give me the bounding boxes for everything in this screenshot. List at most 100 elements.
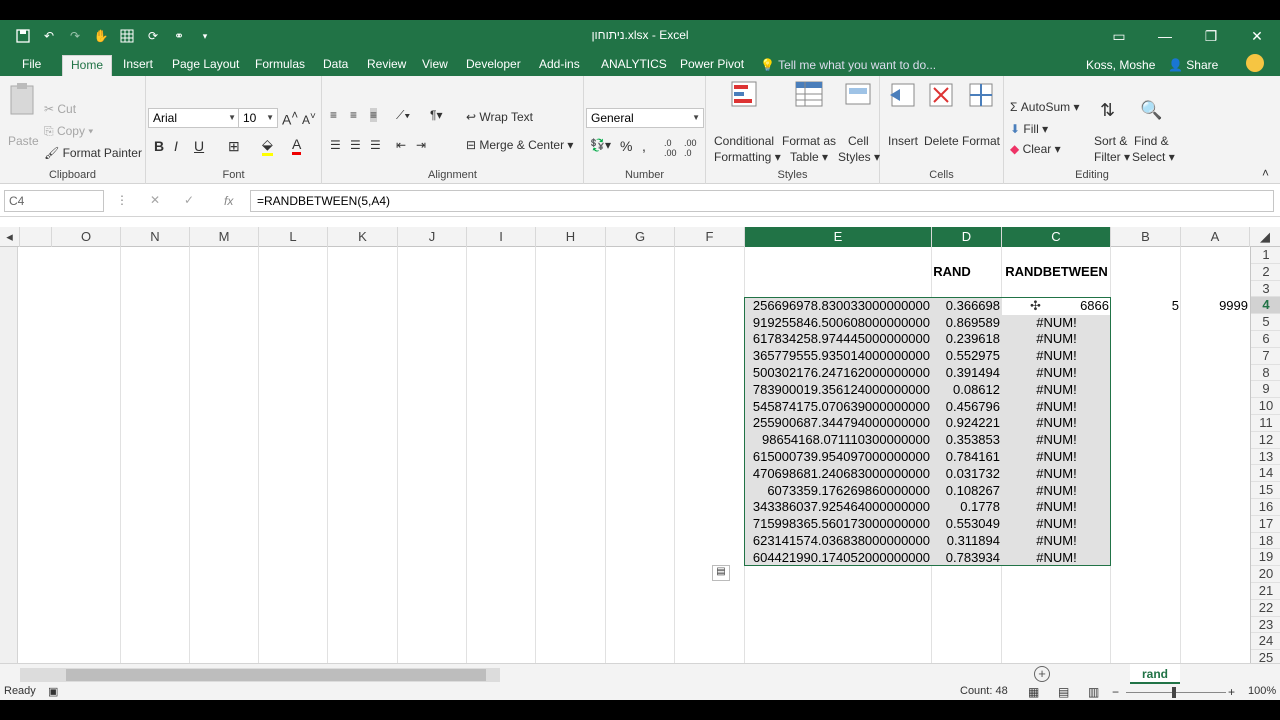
- row-header[interactable]: 2: [1251, 264, 1280, 281]
- worksheet-grid[interactable]: ◂ O N M L K J I H G F E D C B A ◢ RAND R…: [0, 227, 1280, 663]
- cell-e16[interactable]: 343386037.925464000000000: [745, 499, 932, 516]
- cell-e15[interactable]: 6073359.176269860000000: [745, 483, 932, 500]
- bold-button[interactable]: B: [154, 138, 164, 154]
- header-rand[interactable]: RAND: [932, 264, 972, 281]
- rtl-icon[interactable]: ¶▾: [430, 108, 442, 122]
- cell-a4[interactable]: 9999: [1181, 298, 1250, 315]
- cell-d12[interactable]: 0.353853: [932, 432, 1002, 449]
- cell-d6[interactable]: 0.239618: [932, 331, 1002, 348]
- page-layout-view-icon[interactable]: ▤: [1058, 685, 1069, 699]
- cell-c5[interactable]: #NUM!: [1002, 315, 1111, 332]
- percent-button[interactable]: %: [620, 138, 632, 154]
- row-header[interactable]: 13: [1251, 449, 1280, 466]
- horizontal-scroll-thumb[interactable]: [66, 669, 486, 681]
- zoom-in-icon[interactable]: +: [1228, 685, 1235, 699]
- tell-me-box[interactable]: 💡 Tell me what you want to do...: [760, 58, 936, 72]
- fill-color-icon[interactable]: ⬙: [262, 136, 273, 156]
- zoom-out-icon[interactable]: −: [1112, 685, 1119, 699]
- delete-cells-icon[interactable]: [926, 80, 958, 112]
- cell-e14[interactable]: 470698681.240683000000000: [745, 466, 932, 483]
- row-header[interactable]: 24: [1251, 633, 1280, 651]
- cell-c19[interactable]: #NUM!: [1002, 550, 1111, 567]
- normal-view-icon[interactable]: ▦: [1028, 685, 1039, 699]
- shrink-font-icon[interactable]: A˅: [302, 111, 316, 127]
- font-size-select[interactable]: 10 ▼: [238, 108, 278, 128]
- clear-button[interactable]: ◆ Clear ▾: [1010, 142, 1061, 156]
- tab-add-ins[interactable]: Add-ins: [531, 55, 588, 76]
- align-center-icon[interactable]: ☰: [350, 138, 361, 152]
- vertical-scrollbar[interactable]: [0, 247, 18, 663]
- row-header[interactable]: 7: [1251, 348, 1280, 365]
- merge-center-button[interactable]: ⊟ Merge & Center ▾: [466, 138, 573, 152]
- column-header-l[interactable]: L: [259, 227, 328, 247]
- tab-file[interactable]: File: [14, 55, 49, 76]
- find-select-label2[interactable]: Select ▾: [1132, 150, 1175, 164]
- bottom-align-icon[interactable]: ≡: [370, 108, 378, 122]
- currency-icon[interactable]: 💱▾: [590, 138, 611, 152]
- underline-button[interactable]: U: [194, 138, 204, 154]
- cell-d17[interactable]: 0.553049: [932, 516, 1002, 533]
- format-as-table-label2[interactable]: Table ▾: [790, 150, 828, 164]
- tab-analytics[interactable]: ANALYTICS: [593, 55, 675, 76]
- middle-align-icon[interactable]: ≡: [350, 108, 357, 122]
- column-header-h[interactable]: H: [536, 227, 606, 247]
- cell-c7[interactable]: #NUM!: [1002, 348, 1111, 365]
- paste-label[interactable]: Paste: [8, 134, 39, 148]
- increase-decimal-icon[interactable]: .0.00: [664, 138, 677, 158]
- column-header-c[interactable]: C: [1002, 227, 1111, 247]
- find-select-label[interactable]: Find &: [1134, 134, 1169, 148]
- row-header[interactable]: 14: [1251, 465, 1280, 483]
- sort-filter-label[interactable]: Sort &: [1094, 134, 1127, 148]
- row-header[interactable]: 11: [1251, 415, 1280, 432]
- row-header[interactable]: 25: [1251, 650, 1280, 663]
- insert-cells-icon[interactable]: [888, 80, 920, 112]
- cell-b4[interactable]: 5: [1111, 298, 1181, 315]
- cell-c10[interactable]: #NUM!: [1002, 399, 1111, 416]
- cell-d14[interactable]: 0.031732: [932, 466, 1002, 483]
- decrease-indent-icon[interactable]: ⇤: [396, 138, 406, 152]
- row-header[interactable]: 5: [1251, 314, 1280, 331]
- cell-e19[interactable]: 604421990.174052000000000: [745, 550, 932, 567]
- cell-d9[interactable]: 0.08612: [932, 382, 1002, 399]
- format-cells-icon[interactable]: [966, 80, 998, 112]
- conditional-formatting-label[interactable]: Conditional: [714, 134, 774, 148]
- minimize-button[interactable]: —: [1142, 20, 1188, 52]
- column-header-f[interactable]: F: [675, 227, 745, 247]
- column-header-j[interactable]: J: [398, 227, 467, 247]
- cell-e12[interactable]: 98654168.071110300000000: [745, 432, 932, 449]
- row-header[interactable]: 8: [1251, 365, 1280, 382]
- insert-function-icon[interactable]: fx: [224, 194, 233, 208]
- column-header-k[interactable]: K: [328, 227, 398, 247]
- decrease-decimal-icon[interactable]: .00.0: [684, 138, 697, 158]
- font-name-select[interactable]: Arial ▼: [148, 108, 240, 128]
- italic-button[interactable]: I: [174, 138, 178, 154]
- number-format-select[interactable]: General ▼: [586, 108, 704, 128]
- collapse-ribbon-icon[interactable]: ˄: [1262, 166, 1269, 180]
- close-button[interactable]: ✕: [1234, 20, 1280, 52]
- column-header-m[interactable]: M: [190, 227, 259, 247]
- cancel-entry-icon[interactable]: ✕: [150, 193, 160, 207]
- add-sheet-icon[interactable]: +: [1034, 666, 1050, 682]
- cell-c6[interactable]: #NUM!: [1002, 331, 1111, 348]
- select-all-corner[interactable]: ◢: [1250, 227, 1280, 247]
- cell-e6[interactable]: 617834258.974445000000000: [745, 331, 932, 348]
- column-header-d[interactable]: D: [932, 227, 1002, 247]
- cell-c8[interactable]: #NUM!: [1002, 365, 1111, 382]
- row-header[interactable]: 22: [1251, 600, 1280, 617]
- cell-c9[interactable]: #NUM!: [1002, 382, 1111, 399]
- grow-font-icon[interactable]: A˄: [282, 109, 298, 128]
- name-box[interactable]: C4: [4, 190, 104, 212]
- row-header[interactable]: 3: [1251, 281, 1280, 298]
- find-select-icon[interactable]: 🔍: [1140, 100, 1162, 121]
- page-break-view-icon[interactable]: ▥: [1088, 685, 1099, 699]
- sort-filter-icon[interactable]: ⇅: [1100, 100, 1115, 121]
- cell-c17[interactable]: #NUM!: [1002, 516, 1111, 533]
- cell-d8[interactable]: 0.391494: [932, 365, 1002, 382]
- cell-c14[interactable]: #NUM!: [1002, 466, 1111, 483]
- copy-button[interactable]: ⎘ Copy ▾: [44, 124, 93, 139]
- row-header[interactable]: 21: [1251, 583, 1280, 600]
- row-header[interactable]: 20: [1251, 566, 1280, 583]
- cell-d7[interactable]: 0.552975: [932, 348, 1002, 365]
- zoom-slider[interactable]: [1126, 692, 1226, 693]
- paste-icon[interactable]: [8, 82, 40, 115]
